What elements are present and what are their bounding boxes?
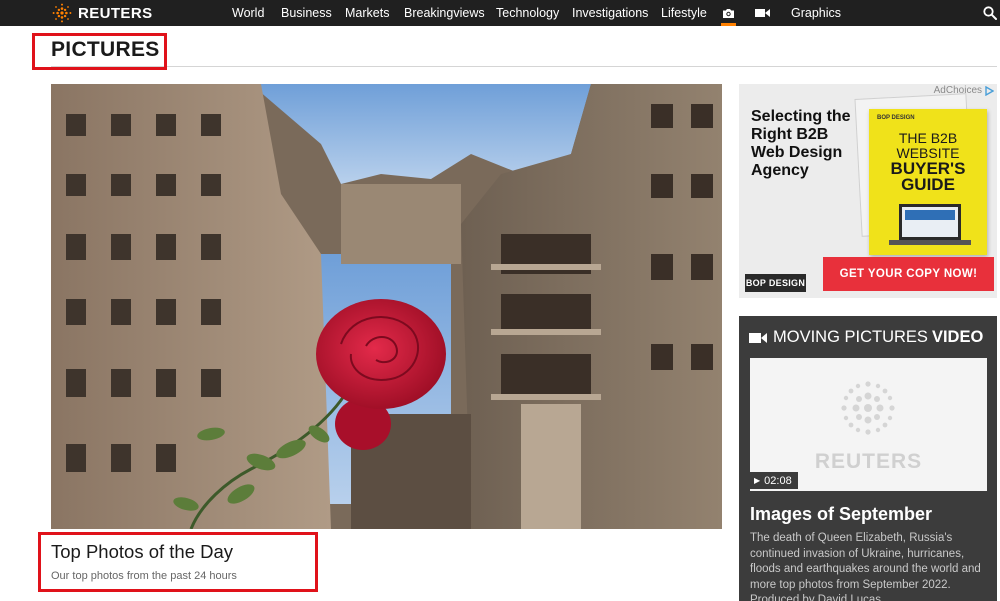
video-thumbnail[interactable]: REUTERS ▶ 02:08 [750,358,987,491]
reuters-logo[interactable]: REUTERS [51,3,152,23]
nav-markets[interactable]: Markets [345,0,389,26]
play-icon: ▶ [754,476,761,485]
ad-headline: Selecting the Right B2B Web Design Agenc… [751,108,851,179]
video-duration-badge[interactable]: ▶ 02:08 [750,472,798,489]
highlight-box-title [32,33,167,70]
moving-pictures-header: MOVING PICTURES VIDEO [749,328,983,347]
moving-pictures-widget: MOVING PICTURES VIDEO REUTERS ▶ 02:08 Im… [739,316,997,601]
thumbnail-watermark: REUTERS [814,450,923,473]
ad-book: BOP DESIGN THE B2B WEBSITE BUYER'S GUIDE [869,109,987,255]
moving-pictures-label: MOVING PICTURES [773,328,928,346]
nav-business[interactable]: Business [281,0,332,26]
nav-breakingviews[interactable]: Breakingviews [404,0,485,26]
ad-brand-logo: BOP DESIGN [745,274,806,292]
nav-world[interactable]: World [232,0,264,26]
ad-cta-button[interactable]: GET YOUR COPY NOW! [823,257,994,291]
video-title[interactable]: Images of September [750,504,932,525]
laptop-icon [889,204,971,245]
ad-book-line4: GUIDE [901,175,955,194]
search-icon [983,6,997,20]
video-camera-icon [749,332,767,343]
active-nav-indicator [721,23,736,26]
top-navigation-bar: REUTERS World Business Markets Breakingv… [0,0,1000,26]
nav-graphics[interactable]: Graphics [791,0,841,26]
hero-photo[interactable] [51,84,722,529]
nav-videos[interactable] [754,0,771,26]
advertisement[interactable]: AdChoices Selecting the Right B2B Web De… [739,84,997,298]
hero-photo-illustration [51,84,722,529]
nav-investigations[interactable]: Investigations [572,0,648,26]
reuters-logo-icon [52,3,72,23]
ad-book-line1: THE B2B [898,130,958,146]
section-divider [51,66,997,67]
nav-lifestyle[interactable]: Lifestyle [661,0,707,26]
camera-icon [723,8,734,18]
video-duration: 02:08 [764,474,792,487]
video-icon [755,9,770,17]
moving-pictures-label-bold: VIDEO [931,328,984,346]
ad-book-label: BOP DESIGN [877,115,915,121]
search-button[interactable] [980,3,1000,23]
highlight-box-feature [38,532,318,592]
ad-book-title: THE B2B WEBSITE BUYER'S GUIDE [869,130,987,194]
adchoices-icon [985,85,994,96]
nav-technology[interactable]: Technology [496,0,559,26]
logo-text: REUTERS [78,4,153,22]
video-description: The death of Queen Elizabeth, Russia's c… [750,532,981,601]
